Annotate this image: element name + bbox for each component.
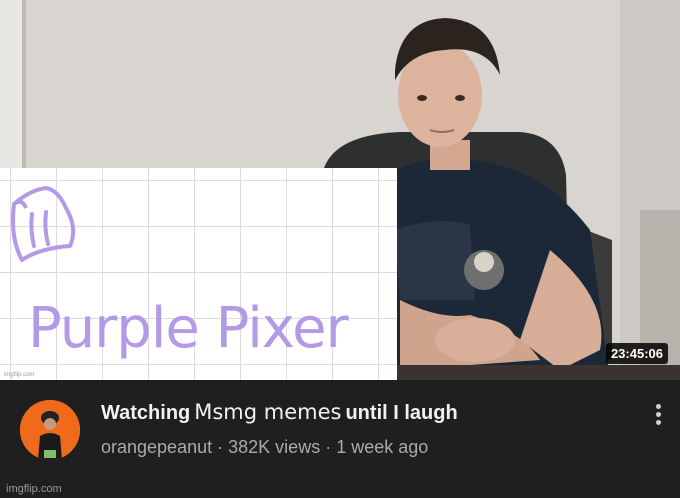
upload-age: 1 week ago <box>336 437 429 457</box>
title-until-i-laugh: until I laugh <box>345 402 458 424</box>
video-title[interactable]: Watching Msmg memes until I laugh <box>101 400 458 425</box>
channel-avatar[interactable] <box>20 400 80 460</box>
meta-separator: · <box>325 437 332 457</box>
title-msmg-memes: Msmg memes <box>194 400 342 424</box>
title-watching: Watching <box>101 402 191 424</box>
purple-pixer-text: Purple Pixer <box>28 296 349 361</box>
purple-pixer-overlay: Purple Pixer imgflip.com <box>0 168 397 380</box>
avatar-person-icon <box>20 400 80 460</box>
view-count: 382K views <box>228 437 321 457</box>
imgflip-watermark: imgflip.com <box>6 483 62 495</box>
pixer-logo-icon <box>11 186 76 262</box>
video-meta: orangepeanut · 382K views · 1 week ago <box>101 437 428 458</box>
video-info-bar: Watching Msmg memes until I laugh orangepe… <box>0 380 680 498</box>
overlay-credit: imgflip.com <box>4 372 35 378</box>
duration-badge: 23:45:06 <box>605 343 668 364</box>
video-thumbnail[interactable]: Purple Pixer imgflip.com 23:45:06 <box>0 0 680 380</box>
more-options-icon[interactable] <box>652 404 664 428</box>
meta-separator: · <box>217 437 224 457</box>
channel-name[interactable]: orangepeanut <box>101 437 212 457</box>
